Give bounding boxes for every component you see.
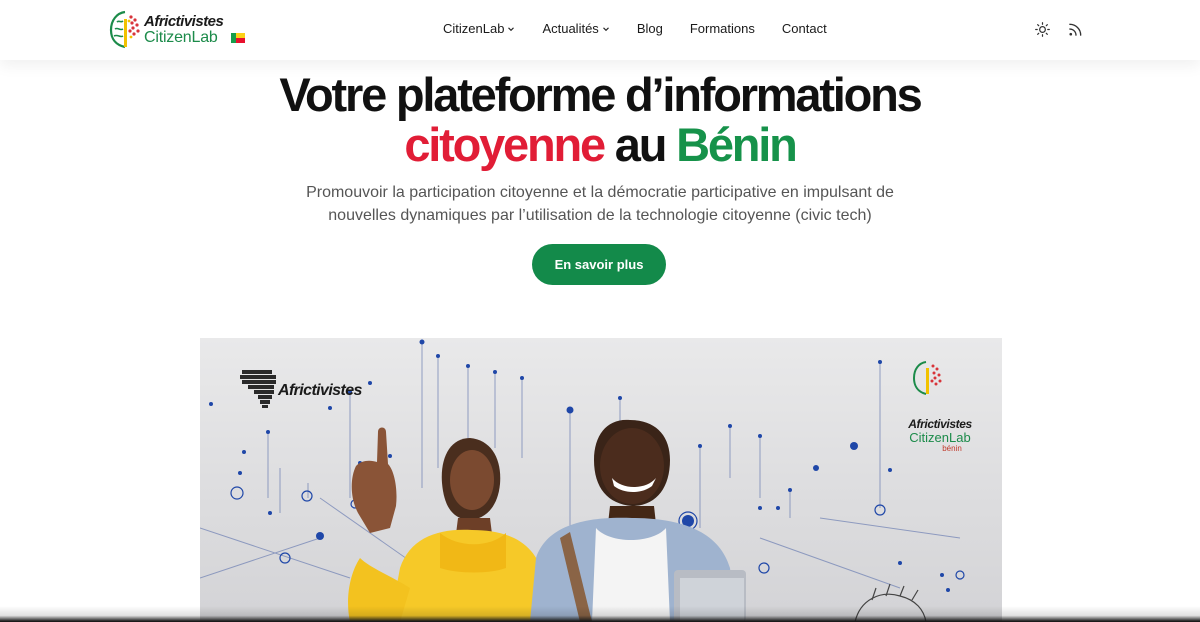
tree-logo-icon — [109, 10, 140, 49]
nav-item-contact[interactable]: Contact — [782, 21, 827, 36]
nav-item-label: CitizenLab — [443, 21, 505, 36]
banner-left-logo: Africtivistes — [278, 382, 362, 399]
nav-item-citizenlab[interactable]: CitizenLab — [443, 21, 515, 36]
nav-item-actualites[interactable]: Actualités — [542, 21, 609, 36]
banner-illustration — [200, 339, 965, 622]
site-logo[interactable]: Africtivistes CitizenLab — [108, 9, 248, 51]
banner-right-logo-bottom: bénin — [942, 444, 962, 453]
sun-icon[interactable] — [1034, 21, 1051, 38]
chevron-down-icon — [508, 26, 515, 31]
nav-item-label: Blog — [636, 21, 663, 36]
nav-item-label: Formations — [689, 21, 755, 36]
learn-more-button[interactable]: En savoir plus — [532, 244, 666, 285]
banner-right-logo-middle: CitizenLab — [909, 430, 971, 445]
hero-title-line1: Votre plateforme d’informations — [279, 68, 922, 121]
nav-item-formations[interactable]: Formations — [690, 21, 755, 36]
bottom-edge-shadow — [0, 606, 1200, 622]
hero-subtitle: Promouvoir la participation citoyenne et… — [306, 184, 894, 224]
hero-title-line2: citoyenne au Bénin — [0, 120, 1200, 170]
site-header: Africtivistes CitizenLab CitizenLab Actu… — [0, 0, 1200, 60]
banner-right-logo: Africtivistes CitizenLab bénin — [900, 418, 980, 454]
logo-brand-top: Africtivistes — [144, 13, 224, 30]
benin-flag-icon — [231, 33, 245, 43]
chevron-down-icon — [602, 26, 609, 31]
nav-item-label: Contact — [781, 21, 827, 36]
main-nav: CitizenLab Actualités Blog Formations Co… — [443, 21, 854, 36]
logo-brand-bottom: CitizenLab — [144, 29, 218, 46]
nav-item-blog[interactable]: Blog — [637, 21, 663, 36]
nav-item-label: Actualités — [542, 21, 599, 36]
header-actions — [1034, 21, 1084, 38]
rss-icon[interactable] — [1067, 21, 1084, 38]
hero-banner-image: Africtivistes Africtivistes CitizenLab b… — [200, 338, 1002, 622]
hero-title-highlight-green: Bénin — [676, 118, 798, 171]
hero-title-highlight-red: citoyenne — [404, 118, 606, 171]
hero-title-mid: au — [614, 118, 668, 171]
hero-title: Votre plateforme d’informations citoyenn… — [0, 70, 1200, 170]
